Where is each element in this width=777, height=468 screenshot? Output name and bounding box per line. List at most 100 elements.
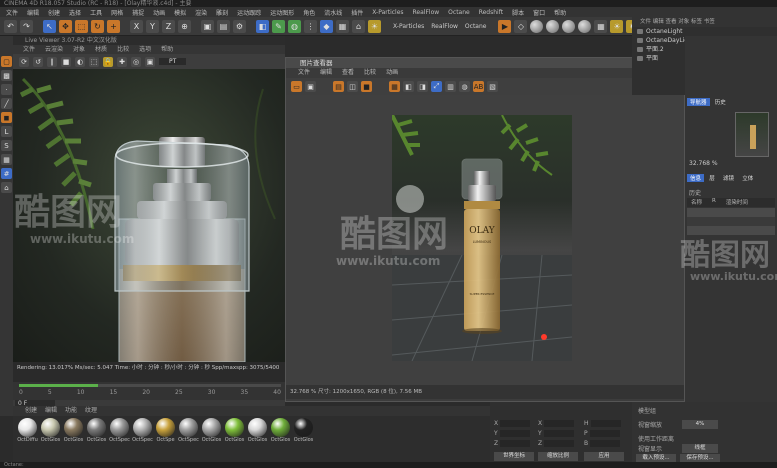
histogram-icon[interactable]: ▧ xyxy=(487,81,498,92)
render-region-icon[interactable]: ▤ xyxy=(333,81,344,92)
cube-icon[interactable]: ◧ xyxy=(256,19,269,33)
ab-compare-icon[interactable]: AB xyxy=(473,81,484,92)
menu-item-1[interactable]: 编辑 xyxy=(27,8,39,17)
lock-resolution-icon[interactable]: 🔒 xyxy=(103,56,113,67)
menu-item-13[interactable]: 角色 xyxy=(303,8,315,17)
stop-icon[interactable]: ■ xyxy=(61,56,71,67)
navigator-zoom[interactable]: 32.768 % xyxy=(689,160,718,167)
channel-alpha-icon[interactable]: ◧ xyxy=(403,81,414,92)
single-pass-icon[interactable]: ▥ xyxy=(445,81,456,92)
pos-x-field[interactable] xyxy=(500,420,531,427)
timeline[interactable]: 0 5 10 15 20 25 30 35 40 xyxy=(13,382,285,400)
array-icon[interactable]: ⋮ xyxy=(304,19,317,33)
live-viewer-menu-item-6[interactable]: 帮助 xyxy=(161,45,173,54)
channel-rgb-icon[interactable]: ▦ xyxy=(389,81,400,92)
pause-icon[interactable]: ∥ xyxy=(47,56,57,67)
rot-h-field[interactable] xyxy=(590,420,621,427)
live-viewer-menu-item-3[interactable]: 材质 xyxy=(95,45,107,54)
menu-item-14[interactable]: 流水线 xyxy=(324,8,342,17)
model-mode-icon[interactable]: ▢ xyxy=(1,56,12,67)
menu-item-4[interactable]: 工具 xyxy=(90,8,102,17)
z-axis-icon[interactable]: Z xyxy=(162,19,175,33)
menu-item-7[interactable]: 动画 xyxy=(153,8,165,17)
edges-mode-icon[interactable]: ╱ xyxy=(1,98,12,109)
lock-icon[interactable]: ⌂ xyxy=(1,182,12,193)
menu-item-15[interactable]: 插件 xyxy=(351,8,363,17)
live-viewer-menu-item-2[interactable]: 对象 xyxy=(73,45,85,54)
octane-object-icon[interactable]: ◇ xyxy=(514,19,528,33)
material-swatch[interactable]: OctDiffu xyxy=(17,418,38,460)
material-swatch[interactable]: OctGlos xyxy=(270,418,291,460)
region-icon[interactable]: ⬚ xyxy=(89,56,99,67)
material-swatch[interactable]: OctGlos xyxy=(86,418,107,460)
pos-y-field[interactable] xyxy=(499,430,530,437)
tab-history[interactable]: 历史 xyxy=(712,98,729,106)
compare-icon[interactable]: ◫ xyxy=(347,81,358,92)
polygons-mode-icon[interactable]: ◼ xyxy=(1,112,12,123)
menu-item-10[interactable]: 雕刻 xyxy=(216,8,228,17)
clay-icon[interactable]: ◐ xyxy=(75,56,85,67)
scene-icon[interactable]: ▦ xyxy=(336,19,349,33)
focus-pick-icon[interactable]: ◎ xyxy=(131,56,141,67)
menu-item-18[interactable]: Octane xyxy=(448,9,470,16)
live-viewer-menu-item-1[interactable]: 云渲染 xyxy=(45,45,63,54)
spline-pen-icon[interactable]: ✎ xyxy=(272,19,285,33)
material-swatch[interactable]: OctSpe xyxy=(155,418,176,460)
open-image-icon[interactable]: ▭ xyxy=(291,81,302,92)
menu-item-9[interactable]: 渲染 xyxy=(195,8,207,17)
size-x-field[interactable] xyxy=(544,420,575,427)
pick-material-icon[interactable]: ✚ xyxy=(117,56,127,67)
nurbs-icon[interactable]: ◍ xyxy=(288,19,301,33)
rot-p-field[interactable] xyxy=(589,430,620,437)
light-icon[interactable]: ☀ xyxy=(368,19,381,33)
menu-item-22[interactable]: 帮助 xyxy=(554,8,566,17)
axis-mode-icon[interactable]: L xyxy=(1,126,12,137)
material-menu-item-3[interactable]: 纹理 xyxy=(85,406,97,416)
render-picture-icon[interactable]: ▤ xyxy=(217,19,230,33)
live-viewer-menu-item-5[interactable]: 选项 xyxy=(139,45,151,54)
scale-tool-icon[interactable]: ⬚ xyxy=(75,19,88,33)
apply-button[interactable]: 应用 xyxy=(584,452,624,461)
menu-item-6[interactable]: 捕捉 xyxy=(132,8,144,17)
xparticles-menu[interactable]: X-Particles xyxy=(393,23,424,30)
stop-render-icon[interactable]: ■ xyxy=(361,81,372,92)
viewport-display-select[interactable]: 线框 xyxy=(682,444,718,453)
octane-daylight-icon[interactable]: ☀ xyxy=(610,19,624,33)
picture-viewer-menu-item-0[interactable]: 文件 xyxy=(298,68,310,78)
workplane-icon[interactable]: ▦ xyxy=(1,154,12,165)
size-z-field[interactable] xyxy=(544,440,575,447)
menu-item-12[interactable]: 运动图形 xyxy=(270,8,294,17)
menu-item-19[interactable]: Redshift xyxy=(479,9,503,16)
material-menu-item-1[interactable]: 编辑 xyxy=(45,406,57,416)
menu-item-11[interactable]: 运动跟踪 xyxy=(237,8,261,17)
material-swatch[interactable]: OctGlos xyxy=(293,418,314,460)
live-viewer-menu-item-4[interactable]: 比较 xyxy=(117,45,129,54)
send-scene-icon[interactable]: ⟳ xyxy=(19,56,29,67)
rotate-tool-icon[interactable]: ↻ xyxy=(91,19,104,33)
live-viewer-menu-item-0[interactable]: 文件 xyxy=(23,45,35,54)
navigator-thumbnail[interactable] xyxy=(735,112,769,157)
material-swatch[interactable]: OctGlos xyxy=(40,418,61,460)
tab-navigator[interactable]: 导航器 xyxy=(687,98,710,106)
material-swatch[interactable]: OctGlos xyxy=(63,418,84,460)
transform-tool-icon[interactable]: + xyxy=(107,19,120,33)
menu-item-21[interactable]: 窗口 xyxy=(533,8,545,17)
picture-viewer-menu-item-3[interactable]: 比较 xyxy=(364,68,376,78)
tab-stereo[interactable]: 立体 xyxy=(739,174,756,182)
menu-item-2[interactable]: 创建 xyxy=(48,8,60,17)
tab-info[interactable]: 信息 xyxy=(687,174,705,182)
menu-item-0[interactable]: 文件 xyxy=(6,8,18,17)
restart-render-icon[interactable]: ↺ xyxy=(33,56,43,67)
object-row[interactable]: OctaneLight xyxy=(632,27,777,36)
material-swatch[interactable]: OctGlos xyxy=(224,418,245,460)
history-row[interactable] xyxy=(687,208,775,217)
redo-icon[interactable]: ↷ xyxy=(20,19,33,33)
material-menu-item-0[interactable]: 创建 xyxy=(25,406,37,416)
render-mode-select[interactable]: PT xyxy=(159,58,187,65)
rot-b-field[interactable] xyxy=(590,440,621,447)
material-menu-item-2[interactable]: 功能 xyxy=(65,406,77,416)
material-swatch[interactable]: OctSpec xyxy=(178,418,199,460)
filter-icon[interactable]: ◍ xyxy=(459,81,470,92)
octane-material-icon[interactable] xyxy=(530,19,544,33)
menu-item-20[interactable]: 脚本 xyxy=(512,8,524,17)
